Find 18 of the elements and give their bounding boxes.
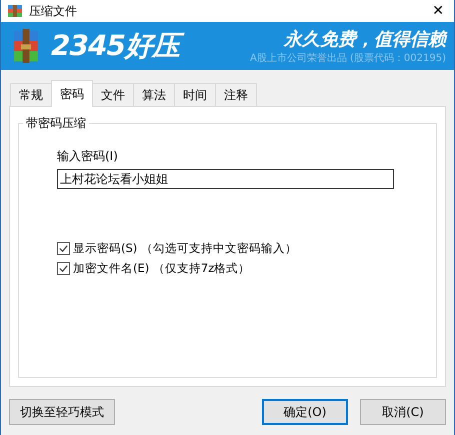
archive-icon [7, 3, 23, 19]
tab[interactable]: 密码 [51, 80, 93, 107]
field-label: 输入密码(I) [57, 148, 119, 165]
checkbox-label: 加密文件名(E) （仅支持7z格式） [73, 261, 250, 276]
logo-text: 2345好压 [49, 28, 183, 64]
mode-button[interactable]: 切换至轻巧模式 [9, 399, 115, 425]
checkbox[interactable] [57, 262, 70, 275]
password-field[interactable]: 上村花论坛看小姐姐 [57, 169, 394, 189]
checkbox-label: 显示密码(S) （勾选可支持中文密码输入） [73, 241, 297, 256]
subtitle: A股上市公司荣誉出品 (股票代码：002195) [250, 52, 446, 65]
cancel-button[interactable]: 取消(C) [360, 399, 446, 425]
tab[interactable]: 注释 [215, 83, 257, 106]
tab[interactable]: 常规 [10, 83, 52, 106]
checkbox[interactable] [57, 242, 70, 255]
close-button[interactable]: ✕ [428, 3, 448, 19]
ok-button[interactable]: 确定(O) [262, 399, 348, 425]
slogan: 永久免费，值得信赖 [284, 28, 446, 51]
window-title: 压缩文件 [29, 2, 78, 20]
